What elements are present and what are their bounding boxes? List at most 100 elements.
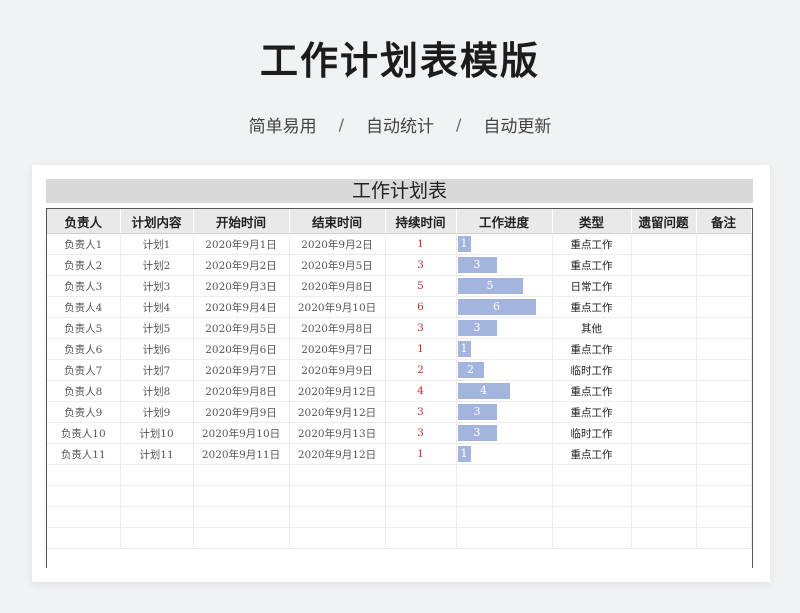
cell-duration[interactable]: 6	[385, 296, 457, 318]
cell-start[interactable]: 2020年9月6日	[193, 338, 290, 360]
cell-plan[interactable]: 计划11	[120, 443, 194, 465]
cell-end[interactable]: 2020年9月13日	[289, 422, 386, 444]
cell-plan[interactable]	[120, 527, 194, 549]
cell-plan[interactable]	[120, 506, 194, 528]
cell-progress[interactable]: 3	[456, 254, 553, 276]
cell-start[interactable]	[193, 464, 290, 486]
cell-start[interactable]: 2020年9月9日	[193, 401, 290, 423]
cell-owner[interactable]	[47, 485, 121, 507]
cell-duration[interactable]	[385, 485, 457, 507]
cell-type[interactable]: 重点工作	[552, 401, 632, 423]
cell-issues[interactable]	[631, 527, 697, 549]
cell-start[interactable]: 2020年9月2日	[193, 254, 290, 276]
cell-issues[interactable]	[631, 422, 697, 444]
cell-plan[interactable]: 计划5	[120, 317, 194, 339]
cell-progress[interactable]: 1	[456, 233, 553, 255]
cell-end[interactable]	[289, 485, 386, 507]
header-start[interactable]: 开始时间	[193, 209, 290, 234]
cell-type[interactable]	[552, 485, 632, 507]
cell-end[interactable]: 2020年9月8日	[289, 275, 386, 297]
cell-start[interactable]: 2020年9月1日	[193, 233, 290, 255]
cell-owner[interactable]: 负责人2	[47, 254, 121, 276]
cell-progress[interactable]	[456, 464, 553, 486]
cell-duration[interactable]: 1	[385, 338, 457, 360]
cell-type[interactable]: 重点工作	[552, 338, 632, 360]
cell-plan[interactable]: 计划6	[120, 338, 194, 360]
cell-duration[interactable]: 3	[385, 317, 457, 339]
cell-start[interactable]: 2020年9月3日	[193, 275, 290, 297]
cell-duration[interactable]: 4	[385, 380, 457, 402]
cell-owner[interactable]: 负责人6	[47, 338, 121, 360]
cell-notes[interactable]	[696, 506, 752, 528]
cell-issues[interactable]	[631, 464, 697, 486]
cell-progress[interactable]: 4	[456, 380, 553, 402]
cell-plan[interactable]	[120, 464, 194, 486]
cell-owner[interactable]	[47, 464, 121, 486]
cell-end[interactable]: 2020年9月9日	[289, 359, 386, 381]
cell-notes[interactable]	[696, 485, 752, 507]
header-owner[interactable]: 负责人	[47, 209, 121, 234]
cell-progress[interactable]: 1	[456, 443, 553, 465]
cell-issues[interactable]	[631, 359, 697, 381]
cell-owner[interactable]: 负责人11	[47, 443, 121, 465]
cell-duration[interactable]	[385, 464, 457, 486]
header-end[interactable]: 结束时间	[289, 209, 386, 234]
cell-plan[interactable]: 计划3	[120, 275, 194, 297]
header-progress[interactable]: 工作进度	[456, 209, 553, 234]
cell-plan[interactable]: 计划1	[120, 233, 194, 255]
cell-progress[interactable]	[456, 485, 553, 507]
cell-type[interactable]: 重点工作	[552, 233, 632, 255]
cell-type[interactable]: 重点工作	[552, 443, 632, 465]
cell-duration[interactable]: 2	[385, 359, 457, 381]
cell-start[interactable]: 2020年9月8日	[193, 380, 290, 402]
cell-type[interactable]	[552, 527, 632, 549]
cell-issues[interactable]	[631, 380, 697, 402]
cell-issues[interactable]	[631, 443, 697, 465]
cell-start[interactable]: 2020年9月5日	[193, 317, 290, 339]
cell-duration[interactable]	[385, 527, 457, 549]
cell-type[interactable]	[552, 506, 632, 528]
cell-notes[interactable]	[696, 359, 752, 381]
cell-issues[interactable]	[631, 338, 697, 360]
cell-type[interactable]: 临时工作	[552, 422, 632, 444]
cell-type[interactable]: 重点工作	[552, 254, 632, 276]
cell-end[interactable]: 2020年9月8日	[289, 317, 386, 339]
cell-notes[interactable]	[696, 275, 752, 297]
cell-plan[interactable]: 计划8	[120, 380, 194, 402]
cell-type[interactable]	[552, 464, 632, 486]
cell-issues[interactable]	[631, 296, 697, 318]
cell-end[interactable]	[289, 527, 386, 549]
cell-progress[interactable]: 5	[456, 275, 553, 297]
cell-owner[interactable]: 负责人3	[47, 275, 121, 297]
cell-owner[interactable]: 负责人8	[47, 380, 121, 402]
cell-type[interactable]: 重点工作	[552, 296, 632, 318]
cell-owner[interactable]: 负责人1	[47, 233, 121, 255]
cell-notes[interactable]	[696, 338, 752, 360]
header-issues[interactable]: 遗留问题	[631, 209, 697, 234]
header-duration[interactable]: 持续时间	[385, 209, 457, 234]
cell-start[interactable]	[193, 485, 290, 507]
cell-plan[interactable]: 计划7	[120, 359, 194, 381]
cell-progress[interactable]: 3	[456, 401, 553, 423]
cell-issues[interactable]	[631, 254, 697, 276]
cell-notes[interactable]	[696, 443, 752, 465]
cell-end[interactable]: 2020年9月2日	[289, 233, 386, 255]
cell-issues[interactable]	[631, 485, 697, 507]
cell-owner[interactable]	[47, 506, 121, 528]
cell-owner[interactable]: 负责人4	[47, 296, 121, 318]
cell-progress[interactable]	[456, 506, 553, 528]
cell-issues[interactable]	[631, 401, 697, 423]
cell-end[interactable]: 2020年9月10日	[289, 296, 386, 318]
cell-progress[interactable]: 3	[456, 422, 553, 444]
cell-duration[interactable]	[385, 506, 457, 528]
cell-progress[interactable]	[456, 527, 553, 549]
cell-owner[interactable]: 负责人7	[47, 359, 121, 381]
cell-end[interactable]: 2020年9月12日	[289, 443, 386, 465]
header-plan[interactable]: 计划内容	[120, 209, 194, 234]
cell-owner[interactable]: 负责人9	[47, 401, 121, 423]
cell-start[interactable]: 2020年9月10日	[193, 422, 290, 444]
cell-owner[interactable]: 负责人10	[47, 422, 121, 444]
cell-progress[interactable]: 1	[456, 338, 553, 360]
cell-progress[interactable]: 6	[456, 296, 553, 318]
cell-type[interactable]: 临时工作	[552, 359, 632, 381]
